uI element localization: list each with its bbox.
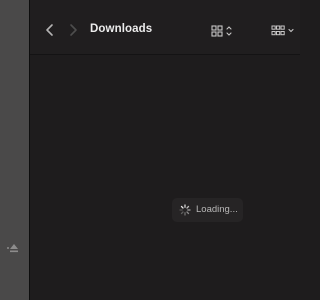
icon-grid-view-icon: [211, 25, 232, 37]
toolbar: Downloads: [30, 0, 300, 55]
group-by-button[interactable]: [268, 21, 298, 41]
eject-button[interactable]: [5, 241, 23, 255]
forward-button[interactable]: [63, 20, 83, 40]
spinner-icon: [179, 204, 191, 216]
file-browser-content[interactable]: Loading...: [30, 55, 300, 300]
chevron-left-icon: [46, 24, 53, 36]
sidebar: [0, 0, 30, 300]
loading-text: Loading...: [196, 204, 238, 215]
group-by-icon: [271, 25, 294, 36]
back-button[interactable]: [40, 20, 60, 40]
eject-icon[interactable]: [5, 241, 23, 255]
loading-indicator: Loading...: [172, 198, 243, 222]
chevron-right-icon: [70, 24, 77, 36]
view-mode-button[interactable]: [208, 21, 238, 41]
window-title: Downloads: [90, 23, 153, 35]
finder-window: Downloads Loading...: [0, 0, 300, 300]
